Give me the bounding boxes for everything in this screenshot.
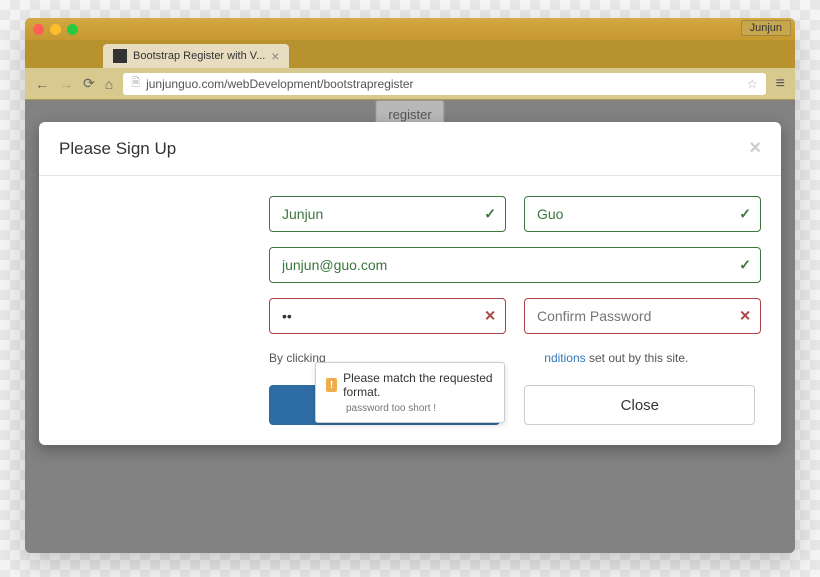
email-input[interactable] [269,247,761,283]
address-bar[interactable]: 🗎 junjunguo.com/webDevelopment/bootstrap… [123,73,765,95]
password-input[interactable] [269,298,506,334]
terms-link[interactable]: nditions [544,351,585,365]
forward-icon[interactable]: → [59,76,73,92]
warning-icon: ! [326,378,337,392]
check-icon: ✓ [739,206,751,223]
back-icon[interactable]: ← [35,76,49,92]
window-minimize-button[interactable] [50,24,61,35]
page-icon: 🗎 [131,74,140,93]
hamburger-menu-icon[interactable]: ≡ [776,75,785,93]
browser-tab[interactable]: Bootstrap Register with V... × [103,44,289,68]
url-text: junjunguo.com/webDevelopment/bootstrapre… [146,77,414,91]
close-icon[interactable]: × [749,137,761,160]
lastname-input[interactable] [524,196,761,232]
confirm-password-input[interactable] [524,298,761,334]
tab-strip: Bootstrap Register with V... × [25,40,795,68]
modal-body: ✓ ✓ ✓ ✕ [39,176,781,445]
browser-window: Junjun Bootstrap Register with V... × ← … [25,18,795,553]
check-icon: ✓ [739,257,751,274]
profile-badge[interactable]: Junjun [741,20,791,36]
check-icon: ✓ [484,206,496,223]
tab-title: Bootstrap Register with V... [133,50,265,62]
tooltip-message: Please match the requested format. [343,371,494,399]
window-close-button[interactable] [33,24,44,35]
favicon [113,49,127,63]
modal-title: Please Sign Up [59,139,176,159]
tooltip-detail: password too short ! [326,403,494,414]
reload-icon[interactable]: ⟳ [83,75,95,92]
browser-toolbar: ← → ⟳ ⌂ 🗎 junjunguo.com/webDevelopment/b… [25,68,795,100]
page-content: register Please Sign Up × ✓ ✓ [25,100,795,553]
x-icon: ✕ [484,308,496,325]
x-icon: ✕ [739,308,751,325]
modal-header: Please Sign Up × [39,122,781,176]
validation-tooltip: ! Please match the requested format. pas… [315,362,505,423]
window-maximize-button[interactable] [67,24,78,35]
bookmark-star-icon[interactable]: ☆ [747,77,758,91]
firstname-input[interactable] [269,196,506,232]
close-button[interactable]: Close [524,385,755,425]
window-titlebar: Junjun [25,18,795,40]
home-icon[interactable]: ⌂ [105,76,113,92]
signup-modal: Please Sign Up × ✓ ✓ [39,122,781,445]
tab-close-icon[interactable]: × [271,48,279,64]
